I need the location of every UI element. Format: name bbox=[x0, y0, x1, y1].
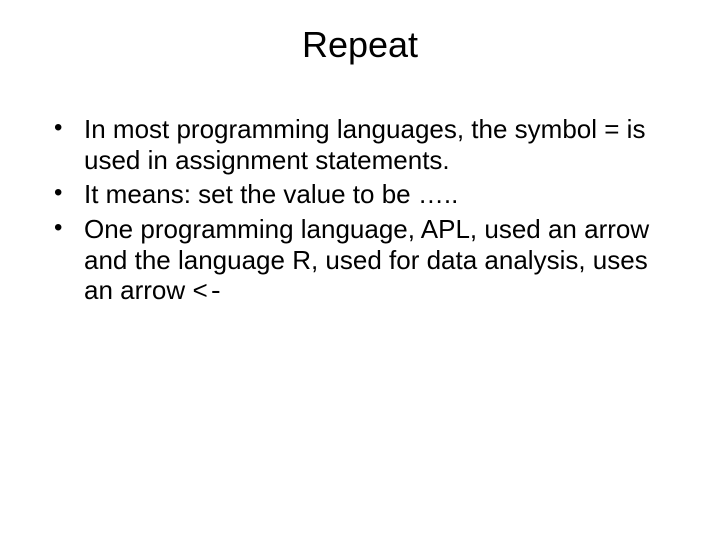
bullet-text: It means: set the value to be ….. bbox=[84, 179, 458, 209]
list-item: It means: set the value to be ….. bbox=[54, 179, 680, 210]
list-item: One programming language, APL, used an a… bbox=[54, 214, 680, 308]
list-item: In most programming languages, the symbo… bbox=[54, 114, 680, 175]
bullet-list: In most programming languages, the symbo… bbox=[40, 114, 680, 308]
slide-title: Repeat bbox=[40, 24, 680, 66]
bullet-text: One programming language, APL, used an a… bbox=[84, 214, 649, 305]
bullet-text: In most programming languages, the symbo… bbox=[84, 114, 645, 175]
slide: Repeat In most programming languages, th… bbox=[0, 0, 720, 540]
arrow-symbol: <- bbox=[192, 277, 223, 307]
